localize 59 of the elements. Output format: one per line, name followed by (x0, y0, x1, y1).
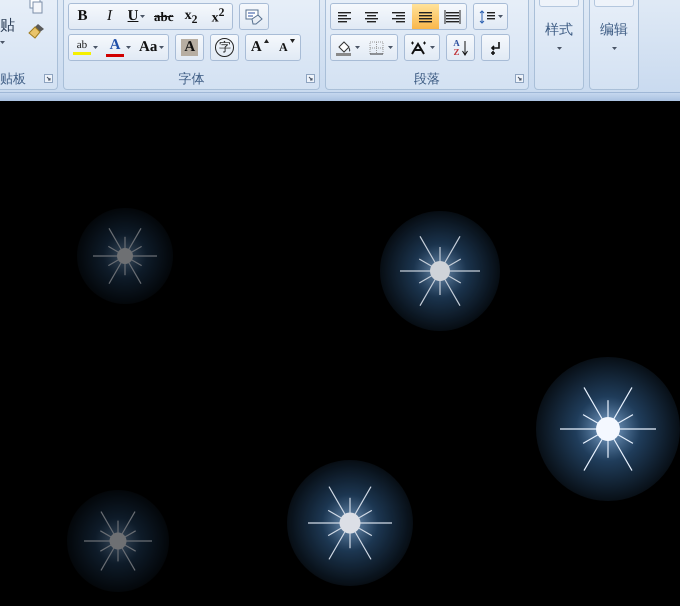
highlight-button[interactable]: ab (69, 35, 102, 60)
dropdown-caret-icon (556, 47, 562, 50)
justify-button[interactable] (412, 4, 439, 29)
script-glyph: x$_{2}$ (184, 8, 198, 26)
script-glyph: x$^{2}$ (212, 6, 224, 27)
dropdown-caret-icon (388, 46, 393, 49)
dropdown-caret-icon (93, 46, 98, 49)
enclosed-button[interactable]: 字 (211, 35, 238, 60)
script-button[interactable]: x$_{2}$ (178, 4, 204, 29)
dropdown-caret-icon (355, 46, 360, 49)
group-label: 贴板 (0, 71, 26, 88)
underline-button[interactable]: U (123, 4, 150, 29)
bold-glyph: B (77, 8, 88, 25)
group-label: 字体 (178, 71, 204, 88)
strike-button[interactable]: abc (150, 4, 178, 29)
group-label: 段落 (414, 71, 440, 88)
down-triangle-icon (290, 39, 295, 43)
strike-glyph: abc (154, 8, 174, 24)
font-color-glyph: A (106, 38, 124, 57)
enclosed-character-glyph: 字 (215, 38, 234, 57)
dialog-launcher-icon[interactable] (306, 74, 315, 83)
paste-label[interactable]: 贴 (0, 16, 15, 35)
plain-button[interactable]: Aa (135, 35, 168, 60)
dropdown-caret-icon (140, 15, 146, 18)
case-glyph: Aa (139, 39, 158, 56)
paint-bucket-icon (335, 40, 353, 56)
bold-button[interactable]: B (69, 4, 96, 29)
italic-glyph: I (107, 8, 112, 25)
dropdown-caret-icon (498, 15, 503, 18)
gallery-button[interactable]: 样式 (545, 21, 573, 39)
grow-button[interactable]: A (246, 35, 274, 60)
script-button[interactable]: x$^{2}$ (204, 4, 232, 29)
dialog-launcher-icon[interactable] (44, 74, 53, 83)
shrink-font-glyph: A (279, 40, 288, 55)
grow-font-glyph: A (250, 39, 262, 56)
dialog-launcher-icon[interactable] (515, 74, 524, 83)
dropdown-caret-icon (612, 47, 616, 50)
sort-button[interactable]: A Z (447, 35, 474, 60)
shading-button[interactable]: A (176, 35, 204, 60)
shaded-letter-glyph: A (181, 39, 198, 56)
dropdown-caret-icon (159, 46, 164, 49)
sort-letters: A Z (453, 38, 460, 56)
copy-icon[interactable] (27, 0, 43, 14)
distribute-icon (444, 8, 462, 24)
underline-glyph: U (128, 8, 138, 25)
dropdown-caret-icon (430, 46, 435, 49)
eraser-icon (244, 8, 264, 24)
down-arrow-icon (462, 40, 468, 56)
asian-layout-icon (409, 40, 428, 56)
shrink-button[interactable]: A (273, 35, 300, 60)
font-color-button[interactable]: A (102, 35, 135, 60)
gallery-button[interactable]: 编辑 (600, 21, 628, 39)
borders-icon (368, 40, 386, 56)
up-triangle-icon (264, 39, 269, 43)
italic-button[interactable]: I (96, 4, 123, 29)
dropdown-caret-icon (126, 46, 131, 49)
highlighter-glyph: ab (73, 40, 91, 55)
line-spacing-icon (478, 8, 496, 24)
dropdown-caret-icon (0, 41, 5, 44)
